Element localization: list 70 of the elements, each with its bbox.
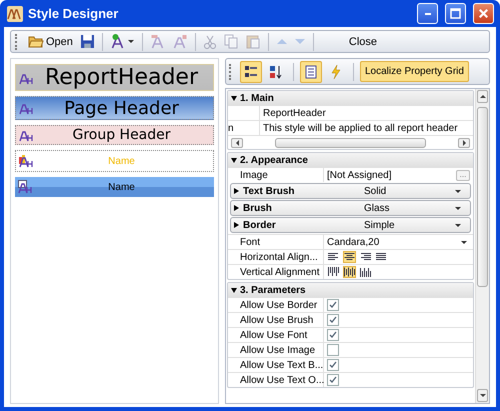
checkbox[interactable] bbox=[327, 359, 339, 371]
categorized-button[interactable] bbox=[240, 60, 262, 82]
maximize-button[interactable] bbox=[445, 3, 466, 24]
horizontal-align-option[interactable] bbox=[359, 251, 372, 263]
property-name: Allow Use Text B... bbox=[240, 360, 324, 370]
sort-icon bbox=[268, 64, 284, 80]
checkbox[interactable] bbox=[327, 314, 339, 326]
property-name: Allow Use Text O... bbox=[240, 374, 324, 386]
folder-icon bbox=[28, 36, 44, 48]
checkbox[interactable] bbox=[327, 374, 339, 386]
vertical-align-option[interactable] bbox=[343, 266, 356, 278]
property-group[interactable]: Brush Glass bbox=[230, 200, 471, 216]
close-icon bbox=[479, 9, 488, 18]
style-edit-icon bbox=[150, 34, 165, 48]
copy-icon bbox=[224, 34, 238, 49]
minimize-button[interactable] bbox=[417, 3, 438, 24]
style-item[interactable]: ReportHeader bbox=[15, 64, 214, 91]
property-name: Horizontal Align... bbox=[240, 252, 318, 262]
property-name: Font bbox=[240, 236, 260, 248]
style-add-icon bbox=[110, 34, 126, 49]
horizontal-align-option[interactable] bbox=[375, 251, 388, 263]
vertical-align-option[interactable] bbox=[359, 266, 372, 278]
property-name: Vertical Alignment bbox=[240, 266, 320, 278]
property-name: Allow Use Brush bbox=[240, 314, 314, 326]
checkbox[interactable] bbox=[327, 344, 339, 356]
horizontal-align-option[interactable] bbox=[327, 251, 340, 263]
categorized-icon bbox=[243, 64, 259, 80]
style-item[interactable]: Group Header bbox=[15, 125, 214, 145]
property-value[interactable]: ReportHeader bbox=[263, 108, 326, 118]
property-group[interactable]: Border Simple bbox=[230, 217, 471, 233]
property-name: Image bbox=[240, 170, 268, 180]
style-remove-icon bbox=[172, 34, 187, 48]
horizontal-align-option[interactable] bbox=[343, 251, 356, 263]
property-name: Allow Use Font bbox=[240, 330, 308, 340]
style-icon bbox=[18, 180, 32, 194]
scissors-icon bbox=[204, 34, 216, 48]
section-header[interactable]: 2. Appearance bbox=[228, 153, 473, 167]
property-list-icon bbox=[303, 64, 319, 80]
app-icon bbox=[7, 6, 23, 22]
vertical-scrollbar[interactable] bbox=[475, 89, 489, 403]
caret-icon bbox=[128, 40, 134, 43]
paste-icon bbox=[246, 34, 260, 48]
save-icon bbox=[80, 35, 94, 48]
style-icon bbox=[19, 154, 33, 168]
open-button[interactable]: Open bbox=[25, 34, 76, 50]
property-value[interactable]: This style will be applied to all report header bbox=[263, 122, 458, 134]
window-title: Style Designer bbox=[28, 6, 120, 21]
down-arrow-icon bbox=[294, 39, 305, 44]
style-item[interactable]: Page Header bbox=[15, 96, 214, 120]
property-name: Allow Use Image bbox=[240, 344, 316, 356]
vertical-align-option[interactable] bbox=[327, 266, 340, 278]
property-name: n bbox=[228, 122, 234, 134]
property-value[interactable]: [Not Assigned] bbox=[327, 170, 392, 180]
property-name: Allow Use Border bbox=[240, 300, 318, 310]
section-header[interactable]: 3. Parameters bbox=[228, 283, 473, 297]
property-group[interactable]: Text Brush Solid bbox=[230, 183, 471, 199]
browse-button[interactable]: ... bbox=[456, 170, 470, 180]
maximize-icon bbox=[450, 8, 461, 19]
checkbox[interactable] bbox=[327, 329, 339, 341]
checkbox[interactable] bbox=[327, 299, 339, 311]
localize-button[interactable]: Localize Property Grid bbox=[360, 61, 469, 82]
minimize-icon bbox=[424, 12, 430, 14]
up-arrow-icon bbox=[276, 39, 287, 44]
properties-button[interactable] bbox=[300, 60, 322, 82]
style-item[interactable]: Name bbox=[15, 177, 214, 197]
font-dropdown[interactable]: Candara,20 bbox=[324, 235, 473, 249]
close-text-button[interactable]: Close bbox=[318, 34, 408, 50]
close-button[interactable] bbox=[473, 3, 494, 24]
horizontal-scrollbar[interactable] bbox=[228, 135, 473, 149]
section-header[interactable]: 1. Main bbox=[228, 91, 473, 105]
